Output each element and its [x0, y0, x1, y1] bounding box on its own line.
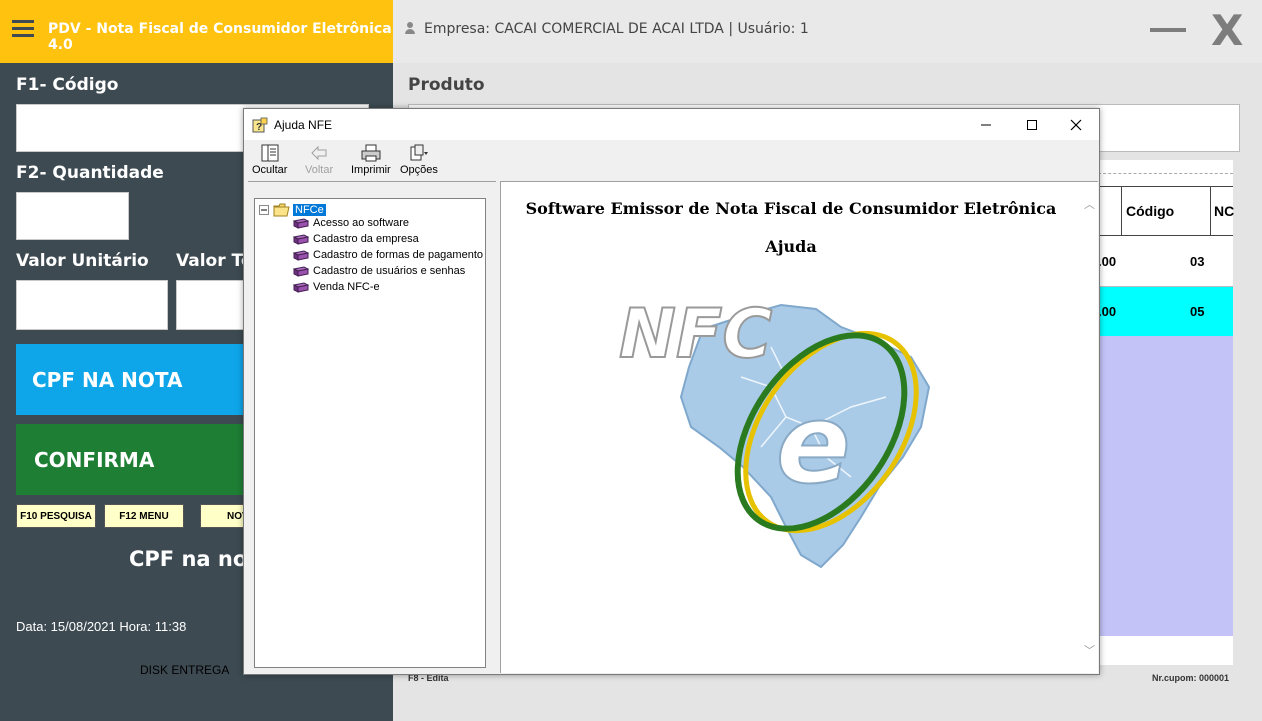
- tree-item-label: Venda NFC-e: [313, 281, 380, 293]
- cpf-na-nota-button[interactable]: CPF NA NOTA: [16, 344, 256, 415]
- close-button[interactable]: X: [1211, 6, 1243, 55]
- app-title: PDV - Nota Fiscal de Consumidor Eletrôni…: [48, 21, 392, 53]
- folder-open-icon: [273, 203, 290, 217]
- help-minimize-button[interactable]: [963, 109, 1009, 140]
- f12-menu-button[interactable]: F12 MENU: [104, 504, 184, 528]
- help-book-icon: ?: [252, 117, 268, 133]
- scroll-up-arrow[interactable]: ︿: [1084, 196, 1095, 212]
- app-titlebar: PDV - Nota Fiscal de Consumidor Eletrôni…: [0, 0, 393, 63]
- tree-item-label: Acesso ao software: [313, 217, 409, 229]
- cupom-number: Nr.cupom: 000001: [1152, 673, 1230, 683]
- grid-header-codigo: Código: [1121, 186, 1210, 236]
- imprimir-label: Imprimir: [351, 164, 391, 176]
- help-window-title: Ajuda NFE: [274, 118, 333, 132]
- produto-label: Produto: [408, 75, 485, 95]
- ocultar-icon: [261, 144, 279, 162]
- company-info: Empresa: CACAI COMERCIAL DE ACAI LTDA | …: [424, 21, 809, 37]
- user-icon: [405, 22, 415, 34]
- confirma-button[interactable]: CONFIRMA: [16, 424, 256, 495]
- opcoes-label: Opções: [400, 164, 438, 176]
- help-maximize-button[interactable]: [1009, 109, 1055, 140]
- valor-unitario-input[interactable]: [16, 280, 168, 330]
- table-row[interactable]: .00 05: [1098, 287, 1233, 337]
- nfce-logo: e NFC: [618, 294, 931, 569]
- tree-item-formas-pagamento[interactable]: Cadastro de formas de pagamento: [293, 249, 483, 261]
- quantidade-label: F2- Quantidade: [16, 163, 164, 183]
- book-icon: [293, 249, 309, 261]
- grid-header-nc: NC: [1210, 186, 1234, 236]
- codigo-label: F1- Código: [16, 75, 119, 95]
- tree-item-acesso[interactable]: Acesso ao software: [293, 217, 409, 229]
- minimize-button[interactable]: [1150, 28, 1186, 32]
- items-grid: Código NC .00 03 .00 05: [1098, 160, 1234, 665]
- company-bar: Empresa: CACAI COMERCIAL DE ACAI LTDA | …: [393, 0, 1262, 63]
- help-window: ? Ajuda NFE Ocultar Voltar Imprimir Opçõ…: [243, 108, 1100, 675]
- voltar-button[interactable]: Voltar: [305, 143, 333, 176]
- tree-item-label: Cadastro de usuários e senhas: [313, 265, 466, 277]
- ocultar-label: Ocultar: [252, 164, 288, 176]
- row-codigo: 05: [1190, 304, 1205, 319]
- book-icon: [293, 265, 309, 277]
- tree-item-usuarios[interactable]: Cadastro de usuários e senhas: [293, 265, 465, 277]
- row-codigo: 03: [1190, 254, 1205, 269]
- datetime: Data: 15/08/2021 Hora: 11:38: [16, 619, 187, 634]
- help-content-pane: Software Emissor de Nota Fiscal de Consu…: [500, 181, 1098, 673]
- printer-icon: [361, 144, 381, 162]
- help-toolbar: Ocultar Voltar Imprimir Opções: [244, 140, 1099, 180]
- opcoes-button[interactable]: Opções: [400, 143, 438, 176]
- help-subheading: Ajuda: [765, 237, 817, 256]
- menu-icon[interactable]: [12, 20, 34, 38]
- tree-root-label: NFCe: [293, 204, 326, 216]
- collapse-icon[interactable]: [259, 205, 269, 215]
- help-window-titlebar: ? Ajuda NFE: [244, 109, 1099, 140]
- back-arrow-icon: [311, 145, 327, 161]
- book-icon: [293, 281, 309, 293]
- tree-root[interactable]: NFCe: [259, 203, 326, 217]
- ocultar-button[interactable]: Ocultar: [252, 143, 287, 176]
- grid-empty-area: [1098, 336, 1233, 636]
- table-row[interactable]: .00 03: [1098, 237, 1233, 287]
- help-close-button[interactable]: [1053, 109, 1099, 140]
- tree-item-venda[interactable]: Venda NFC-e: [293, 281, 380, 293]
- grid-divider: [1098, 160, 1233, 174]
- f10-pesquisa-button[interactable]: F10 PESQUISA: [16, 504, 96, 528]
- row-value: .00: [1098, 254, 1117, 269]
- tree-item-label: Cadastro de formas de pagamento: [313, 249, 483, 261]
- options-icon: [410, 144, 428, 161]
- valor-unitario-label: Valor Unitário: [16, 251, 149, 271]
- quantidade-input[interactable]: [16, 192, 129, 240]
- help-heading: Software Emissor de Nota Fiscal de Consu…: [525, 199, 1057, 218]
- logo-e: e: [776, 380, 851, 508]
- book-icon: [293, 233, 309, 245]
- scroll-down-arrow[interactable]: ﹀: [1084, 642, 1095, 658]
- voltar-label: Voltar: [305, 164, 334, 176]
- imprimir-button[interactable]: Imprimir: [351, 143, 391, 176]
- book-icon: [293, 217, 309, 229]
- help-tree: NFCe Acesso ao software Cadastro da empr…: [254, 198, 486, 668]
- row-value: .00: [1098, 304, 1117, 319]
- grid-header-value: [1098, 186, 1121, 236]
- disk-entrega: DISK ENTREGA: [140, 663, 230, 677]
- tree-item-cadastro-empresa[interactable]: Cadastro da empresa: [293, 233, 419, 245]
- help-navigation-pane: NFCe Acesso ao software Cadastro da empr…: [248, 181, 496, 673]
- logo-nfc-text: NFC: [619, 295, 772, 374]
- tree-item-label: Cadastro da empresa: [313, 233, 419, 245]
